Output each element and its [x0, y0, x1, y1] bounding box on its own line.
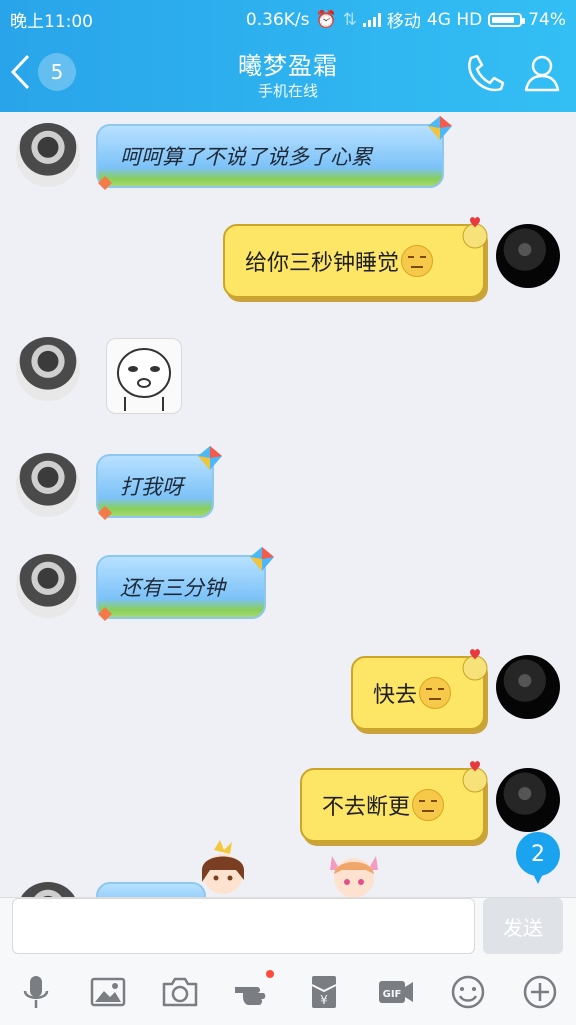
chat-toolbar: ¥ GIF: [0, 966, 576, 1022]
message-bubble[interactable]: 给你三秒钟睡觉: [223, 224, 485, 298]
friend-avatar[interactable]: [16, 337, 80, 401]
message-text: 呵呵算了不说了说多了心累: [120, 145, 372, 169]
svg-text:¥: ¥: [320, 993, 328, 1007]
network-speed: 0.36K/s: [245, 9, 310, 30]
message-text: 打我呀: [120, 475, 183, 499]
status-time: 晚上11:00: [10, 12, 93, 32]
red-packet-button[interactable]: ¥: [302, 970, 346, 1014]
emoji-button[interactable]: [446, 970, 490, 1014]
friend-avatar[interactable]: [16, 453, 80, 517]
camera-button[interactable]: [158, 970, 202, 1014]
person-icon: [524, 55, 560, 92]
chat-header: 5 曦梦盈霜 手机在线: [0, 34, 576, 112]
status-bar: 晚上11:00 0.36K/s ⏰ ⇅ 移动 4G HD 74%: [0, 0, 576, 34]
kite-tail-icon: [98, 607, 112, 621]
camera-icon: [162, 977, 198, 1007]
phone-icon: [468, 54, 505, 92]
message-bubble[interactable]: 打我呀: [96, 454, 214, 518]
my-avatar[interactable]: [496, 655, 560, 719]
phone-call-button[interactable]: [462, 52, 506, 94]
unamused-emoji-icon: [419, 677, 452, 709]
battery-icon: [488, 12, 526, 27]
friend-avatar[interactable]: [16, 882, 80, 897]
message-bubble[interactable]: 呵呵算了不说了说多了心累: [96, 124, 444, 188]
anime-girl-sticker-icon: [202, 840, 244, 894]
battery-percent: 74%: [528, 9, 566, 30]
red-packet-icon: ¥: [311, 976, 337, 1008]
image-icon: [90, 977, 126, 1007]
svg-text:GIF: GIF: [383, 989, 402, 1000]
send-button[interactable]: 发送: [483, 898, 563, 954]
face-sticker[interactable]: [106, 338, 182, 414]
kite-icon: [250, 547, 274, 571]
input-area: 发送 ¥ GIF: [0, 897, 576, 1025]
heart-chick-icon: [462, 217, 488, 249]
notification-dot: [266, 970, 274, 978]
message-list[interactable]: 呵呵算了不说了说多了心累 给你三秒钟睡觉 打我呀 还有三分钟 快去 不去断更: [0, 112, 576, 897]
poke-button[interactable]: [230, 970, 274, 1014]
unamused-emoji-icon: [401, 245, 434, 277]
message-text: 快去: [373, 658, 452, 728]
image-button[interactable]: [86, 970, 130, 1014]
friend-avatar[interactable]: [16, 123, 80, 187]
gif-icon: GIF: [379, 981, 413, 1003]
my-avatar[interactable]: [496, 224, 560, 288]
heart-chick-icon: [462, 761, 488, 793]
cat-girl-sticker-icon: [330, 856, 378, 897]
microphone-icon: [23, 976, 49, 1008]
network-type: 4G HD: [426, 9, 483, 30]
gif-button[interactable]: GIF: [374, 970, 418, 1014]
poke-icon: [235, 987, 266, 1005]
message-bubble[interactable]: 还有三分钟: [96, 555, 266, 619]
data-arrows-icon: ⇅: [342, 9, 357, 30]
message-text: 还有三分钟: [120, 576, 225, 600]
kite-tail-icon: [98, 176, 112, 190]
face-sticker-icon: [117, 348, 171, 411]
unamused-emoji-icon: [412, 789, 445, 821]
my-avatar[interactable]: [496, 768, 560, 832]
message-input[interactable]: [12, 898, 475, 954]
message-text: 给你三秒钟睡觉: [245, 226, 434, 296]
profile-button[interactable]: [520, 52, 564, 94]
kite-icon: [428, 116, 452, 140]
voice-button[interactable]: [14, 970, 58, 1014]
new-messages-badge[interactable]: 2: [516, 832, 560, 884]
carrier-name: 移动: [386, 12, 421, 32]
message-text: 不去断更: [322, 770, 445, 840]
plus-icon: [523, 975, 557, 1009]
alarm-icon: ⏰: [315, 9, 337, 30]
friend-avatar[interactable]: [16, 554, 80, 618]
heart-chick-icon: [462, 649, 488, 681]
more-button[interactable]: [518, 970, 562, 1014]
signal-icon: [362, 12, 381, 27]
kite-icon: [198, 446, 222, 470]
status-right: 0.36K/s ⏰ ⇅ 移动 4G HD 74%: [245, 7, 566, 33]
emoji-icon: [451, 975, 485, 1009]
kite-tail-icon: [98, 506, 112, 520]
